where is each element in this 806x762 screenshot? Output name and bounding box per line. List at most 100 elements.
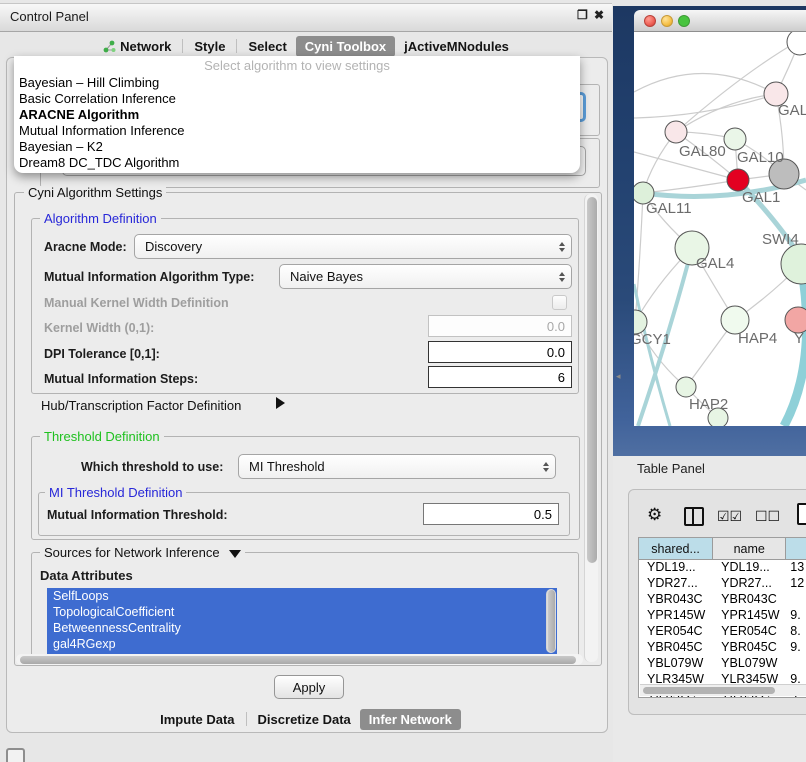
table-horizontal-scrollbar[interactable] (640, 684, 806, 696)
network-node-GAL80[interactable] (665, 121, 687, 143)
column-header-name[interactable]: name (713, 538, 786, 560)
table-panel-card: ⚙ ☑☑ ☐☐ shared...name YDL19...YDL19...13… (628, 489, 806, 715)
aracne-mode-select[interactable]: Discovery (134, 234, 572, 259)
network-node-SWI4[interactable] (781, 244, 806, 284)
table-row[interactable]: YER054CYER054C8. (639, 624, 806, 640)
hub-definition-toggle[interactable]: Hub/Transcription Factor Definition (41, 398, 241, 413)
tab-separator (182, 39, 183, 53)
node-label-HAP2: HAP2 (689, 396, 728, 413)
algorithm-option[interactable]: Basic Correlation Inference (14, 91, 580, 107)
network-edge[interactable] (634, 284, 670, 426)
dpi-tolerance-label: DPI Tolerance [0,1]: (44, 347, 160, 361)
algorithm-option[interactable]: Bayesian – K2 (14, 139, 580, 155)
table-cell: YER054C (713, 624, 786, 640)
settings-gear-icon[interactable]: ⚙ (647, 506, 662, 523)
minimized-panel-icon[interactable] (6, 748, 25, 762)
algorithm-placeholder: Select algorithm to view settings (14, 56, 580, 75)
network-window-titlebar[interactable] (634, 10, 806, 32)
column-header-shared...[interactable]: shared... (639, 538, 713, 560)
tab-separator (246, 712, 247, 726)
tab-select[interactable]: Select (239, 36, 295, 57)
panel-resize-grip[interactable]: ◂ (616, 371, 621, 382)
which-threshold-select[interactable]: MI Threshold (238, 454, 556, 479)
table-cell: 9. (786, 608, 806, 624)
table-panel-title: Table Panel (637, 461, 705, 476)
table-cell: YDR27... (713, 576, 786, 592)
which-threshold-value: MI Threshold (249, 459, 325, 474)
table-row[interactable]: YPR145WYPR145W9. (639, 608, 806, 624)
data-attribute-item[interactable]: gal4RGexp (47, 636, 557, 652)
data-attribute-item[interactable]: TopologicalCoefficient (47, 604, 557, 620)
data-attribute-item[interactable]: SelfLoops (47, 588, 557, 604)
network-canvas[interactable]: GALGAL80GAL10GAL1GAL11SWI4GAL4GCY1HAP4YH… (634, 32, 806, 426)
dpi-tolerance-value: 0.0 (547, 345, 565, 360)
apply-button[interactable]: Apply (274, 675, 344, 699)
chevron-up-down-icon (543, 462, 549, 472)
node-label-GCY1: GCY1 (634, 331, 671, 348)
table-row[interactable]: YBL079WYBL079W (639, 656, 806, 672)
zoom-traffic-light-icon[interactable] (678, 15, 690, 27)
node-attribute-table[interactable]: shared...name YDL19...YDL19...13YDR27...… (638, 537, 806, 698)
collapse-arrow-icon[interactable] (229, 550, 241, 558)
data-attribute-item[interactable]: BetweennessCentrality (47, 620, 557, 636)
dpi-tolerance-input[interactable]: 0.0 (428, 341, 572, 363)
tab-cyni-toolbox[interactable]: Cyni Toolbox (296, 36, 395, 57)
network-edge[interactable] (634, 73, 776, 94)
bottom-tab-discretize-data[interactable]: Discretize Data (249, 709, 360, 730)
tab-label: Network (120, 39, 171, 54)
float-window-icon[interactable]: ❐ (577, 8, 588, 22)
bottom-tab-impute-data[interactable]: Impute Data (151, 709, 243, 730)
control-panel-titlebar (0, 3, 612, 32)
bottom-tab-label: Impute Data (160, 712, 234, 727)
minimize-traffic-light-icon[interactable] (661, 15, 673, 27)
chevron-up-down-icon (559, 272, 565, 282)
table-row[interactable]: YDL19...YDL19...13 (639, 560, 806, 576)
tab-jactivemnodules[interactable]: jActiveMNodules (395, 36, 518, 57)
data-attributes-label: Data Attributes (40, 568, 133, 583)
network-view-window[interactable]: GALGAL80GAL10GAL1GAL11SWI4GAL4GCY1HAP4YH… (634, 10, 806, 426)
network-edge[interactable] (643, 180, 738, 193)
close-traffic-light-icon[interactable] (644, 15, 656, 27)
data-attributes-list[interactable]: SelfLoopsTopologicalCoefficientBetweenne… (47, 588, 557, 654)
sources-legend[interactable]: Sources for Network Inference (40, 546, 245, 559)
mi-threshold-label: Mutual Information Threshold: (47, 508, 228, 522)
algorithm-option[interactable]: Dream8 DC_TDC Algorithm (14, 155, 580, 171)
tab-network[interactable]: Network (94, 36, 180, 57)
table-cell: YBR043C (639, 592, 713, 608)
algorithm-option[interactable]: ARACNE Algorithm (14, 107, 580, 123)
checked-pair-icon[interactable]: ☑☑ (717, 508, 742, 525)
table-cell: YDR27... (639, 576, 713, 592)
settings-horizontal-scrollbar[interactable] (16, 654, 583, 665)
close-icon[interactable]: ✖ (594, 8, 604, 22)
table-row[interactable]: YBR045CYBR045C9. (639, 640, 806, 656)
network-node-unlabeled-top[interactable] (787, 32, 806, 55)
document-icon[interactable] (797, 503, 806, 525)
algorithm-option[interactable]: Mutual Information Inference (14, 123, 580, 139)
attributes-scrollbar[interactable] (546, 589, 556, 653)
mi-steps-input[interactable]: 6 (428, 366, 572, 388)
table-cell: YER054C (639, 624, 713, 640)
bottom-tab-infer-network[interactable]: Infer Network (360, 709, 461, 730)
tab-label: Cyni Toolbox (305, 39, 386, 54)
table-row[interactable]: YDR27...YDR27...12 (639, 576, 806, 592)
manual-kernel-checkbox[interactable] (552, 295, 567, 310)
table-cell: YBL079W (713, 656, 786, 672)
table-cell: YBR045C (713, 640, 786, 656)
node-label-Y: Y (794, 330, 804, 347)
unchecked-pair-icon[interactable]: ☐☐ (755, 508, 780, 525)
network-node-GAL1[interactable] (727, 169, 749, 191)
table-row[interactable]: YBR043CYBR043C (639, 592, 806, 608)
aracne-mode-value: Discovery (145, 239, 202, 254)
expand-arrow-icon[interactable] (276, 397, 285, 409)
column-header-cut[interactable] (786, 538, 806, 560)
tab-style[interactable]: Style (185, 36, 234, 57)
mi-type-select[interactable]: Naive Bayes (279, 264, 572, 289)
settings-vertical-scrollbar[interactable] (584, 194, 598, 662)
algorithm-option[interactable]: Bayesian – Hill Climbing (14, 75, 580, 91)
network-node-HAP2[interactable] (676, 377, 696, 397)
split-columns-icon[interactable] (684, 507, 704, 526)
app-root: Control Panel ❐ ✖ NetworkStyleSelectCyni… (0, 0, 806, 762)
network-node-GAL10[interactable] (724, 128, 746, 150)
algorithm-dropdown-popup: Select algorithm to view settings Bayesi… (14, 56, 580, 173)
mi-threshold-input[interactable]: 0.5 (423, 503, 559, 525)
